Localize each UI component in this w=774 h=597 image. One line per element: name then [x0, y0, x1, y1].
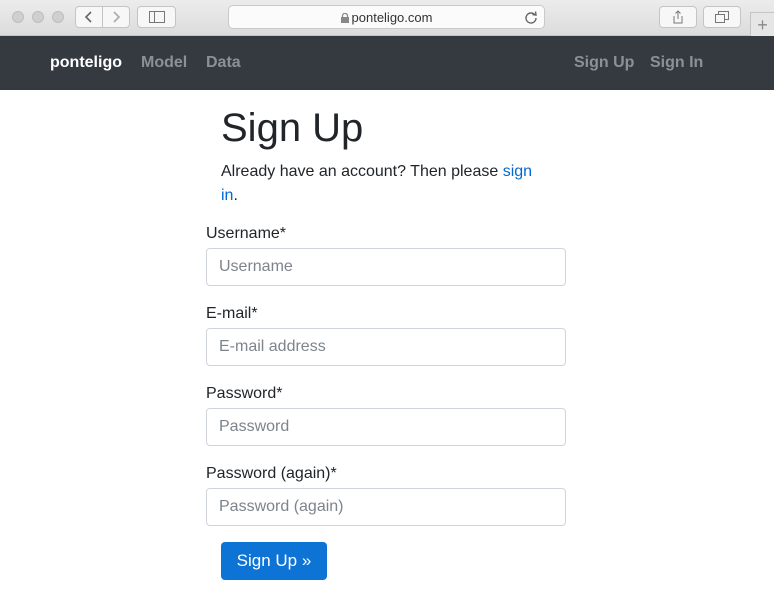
new-tab-button[interactable]: + — [750, 12, 774, 36]
forward-button[interactable] — [103, 7, 129, 27]
chevron-right-icon — [113, 11, 121, 23]
address-bar[interactable]: ponteligo.com — [228, 5, 545, 29]
reload-icon[interactable] — [524, 10, 538, 24]
lock-icon — [340, 13, 349, 23]
tabs-icon — [715, 11, 729, 23]
sidebar-toggle-button[interactable] — [137, 6, 176, 28]
url-text: ponteligo.com — [351, 10, 433, 25]
password-again-input[interactable] — [206, 488, 566, 526]
share-button[interactable] — [659, 6, 697, 28]
signin-prompt: Already have an account? Then please sig… — [221, 160, 551, 208]
back-button[interactable] — [76, 7, 103, 27]
close-window-button[interactable] — [12, 11, 24, 23]
password-again-label: Password (again)* — [206, 465, 337, 482]
sign-up-button[interactable]: Sign Up » — [221, 542, 327, 580]
email-label: E-mail* — [206, 305, 258, 322]
username-input[interactable] — [206, 248, 566, 286]
plus-icon: + — [757, 14, 768, 35]
show-tabs-button[interactable] — [703, 6, 741, 28]
sidebar-icon — [148, 11, 165, 23]
chevron-left-icon — [84, 11, 92, 23]
email-input[interactable] — [206, 328, 566, 366]
share-icon — [673, 10, 683, 24]
nav-link-sign-in[interactable]: Sign In — [650, 54, 703, 72]
nav-link-sign-up[interactable]: Sign Up — [574, 54, 634, 72]
password-label: Password* — [206, 385, 283, 402]
browser-toolbar: ponteligo.com + — [0, 0, 774, 36]
nav-link-data[interactable]: Data — [206, 54, 241, 72]
zoom-window-button[interactable] — [52, 11, 64, 23]
password-input[interactable] — [206, 408, 566, 446]
site-navbar: ponteligo Model Data Sign Up Sign In — [0, 36, 774, 90]
page-title: Sign Up — [221, 106, 364, 150]
brand-link[interactable]: ponteligo — [50, 54, 122, 72]
signin-prompt-end: . — [233, 187, 238, 204]
minimize-window-button[interactable] — [32, 11, 44, 23]
username-label: Username* — [206, 225, 287, 242]
nav-link-model[interactable]: Model — [141, 54, 187, 72]
signin-prompt-text: Already have an account? Then please — [221, 163, 503, 180]
history-nav — [75, 6, 130, 28]
